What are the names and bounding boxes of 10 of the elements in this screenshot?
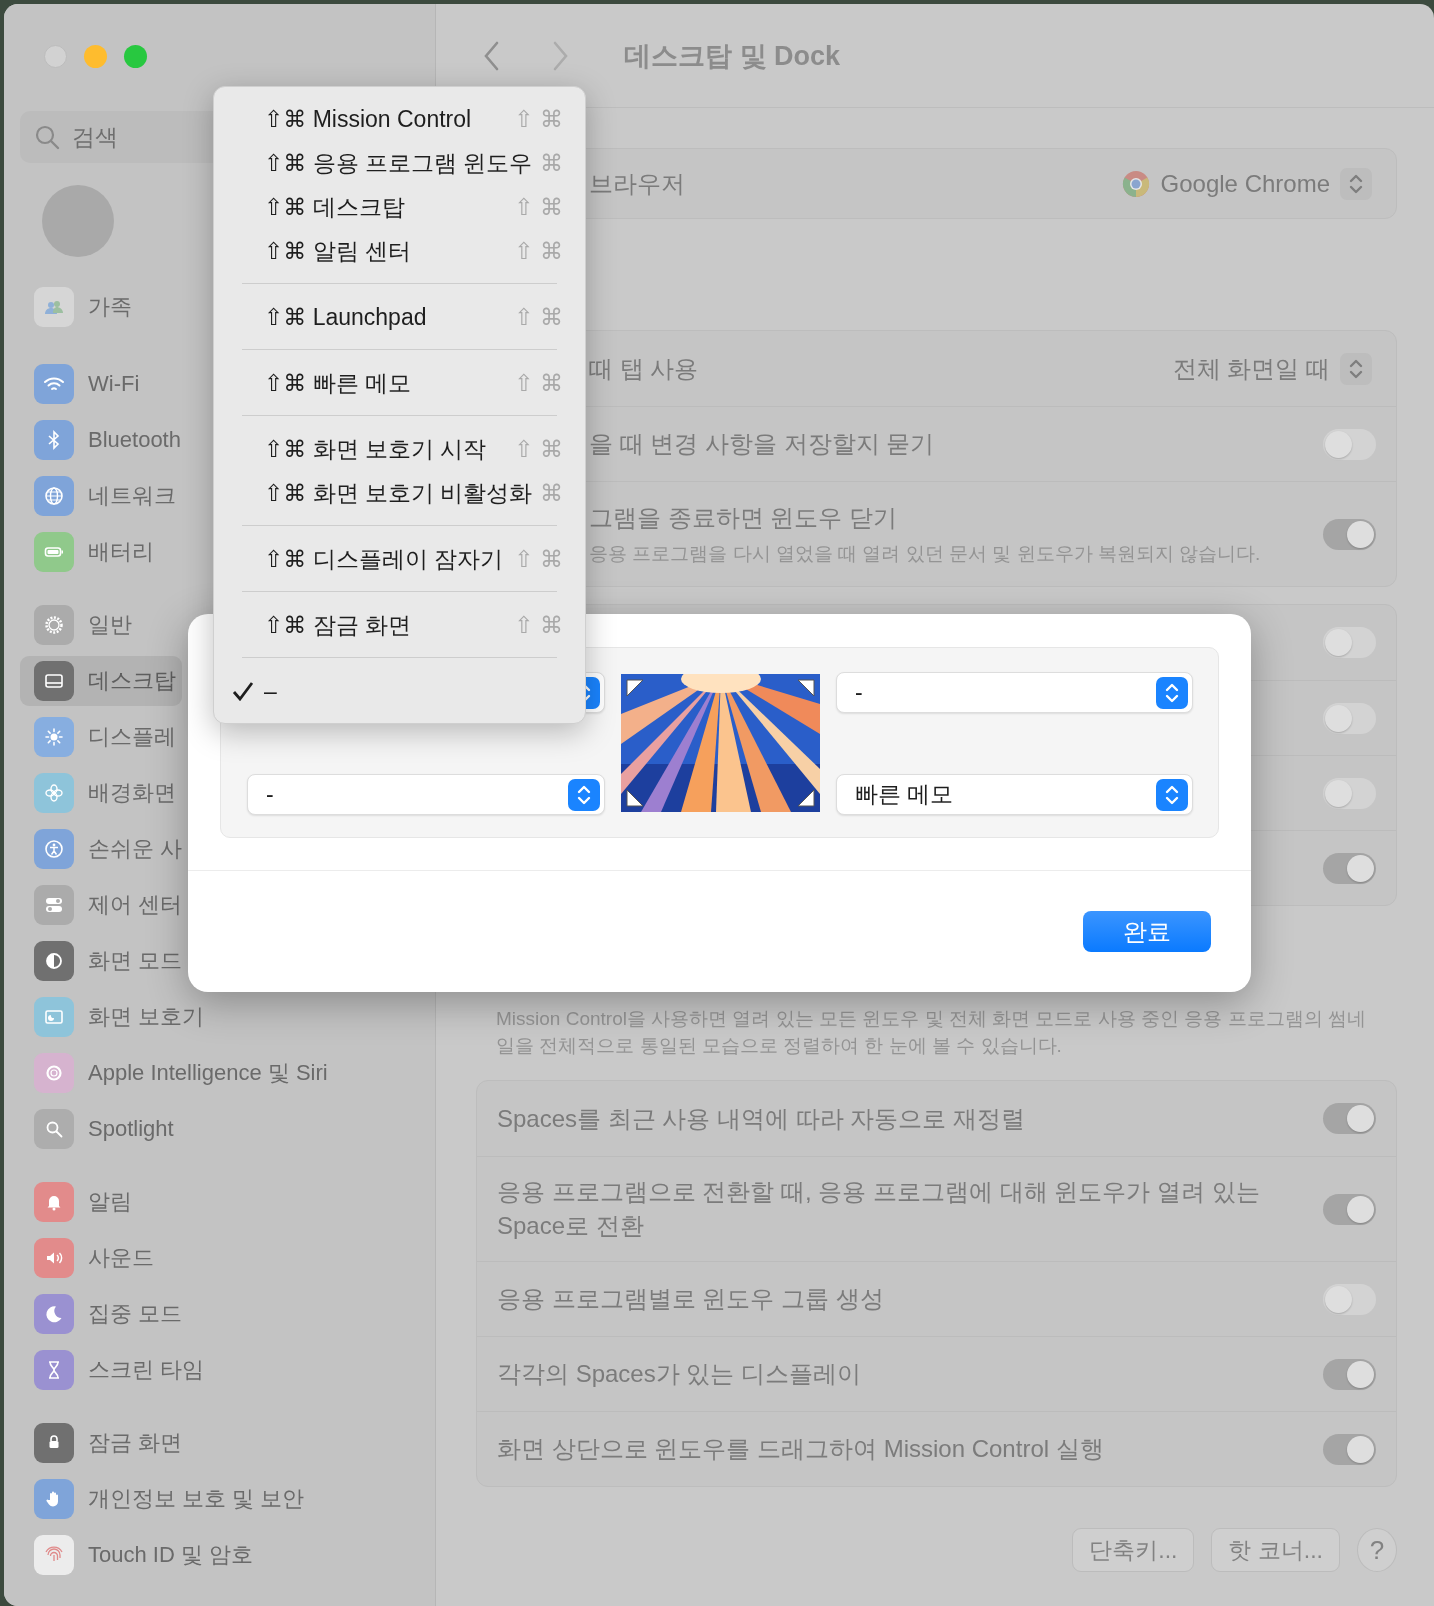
setting-label: 화면 상단으로 윈도우를 드래그하여 Mission Control 실행	[497, 1434, 1104, 1465]
window-title: 데스크탑 및 Dock	[624, 39, 841, 73]
setting-label: 브라우저	[589, 168, 685, 199]
setting-label: 응용 프로그램별로 윈도우 그룹 생성	[497, 1284, 884, 1315]
setting-label: 응용 프로그램으로 전환할 때, 응용 프로그램에 대해 윈도우가 열려 있는 Space로 전환	[497, 1177, 1261, 1241]
setting-label: Spaces를 최근 사용 내역에 따라 자동으로 재정렬	[497, 1103, 1026, 1134]
setting-label: 그램을 종료하면 윈도우 닫기	[589, 503, 898, 534]
setting-label: 각각의 Spaces가 있는 디스플레이	[497, 1359, 862, 1390]
setting-label: 때 탭 사용	[589, 353, 699, 384]
setting-label: 을 때 변경 사항을 저장할지 묻기	[589, 429, 935, 460]
